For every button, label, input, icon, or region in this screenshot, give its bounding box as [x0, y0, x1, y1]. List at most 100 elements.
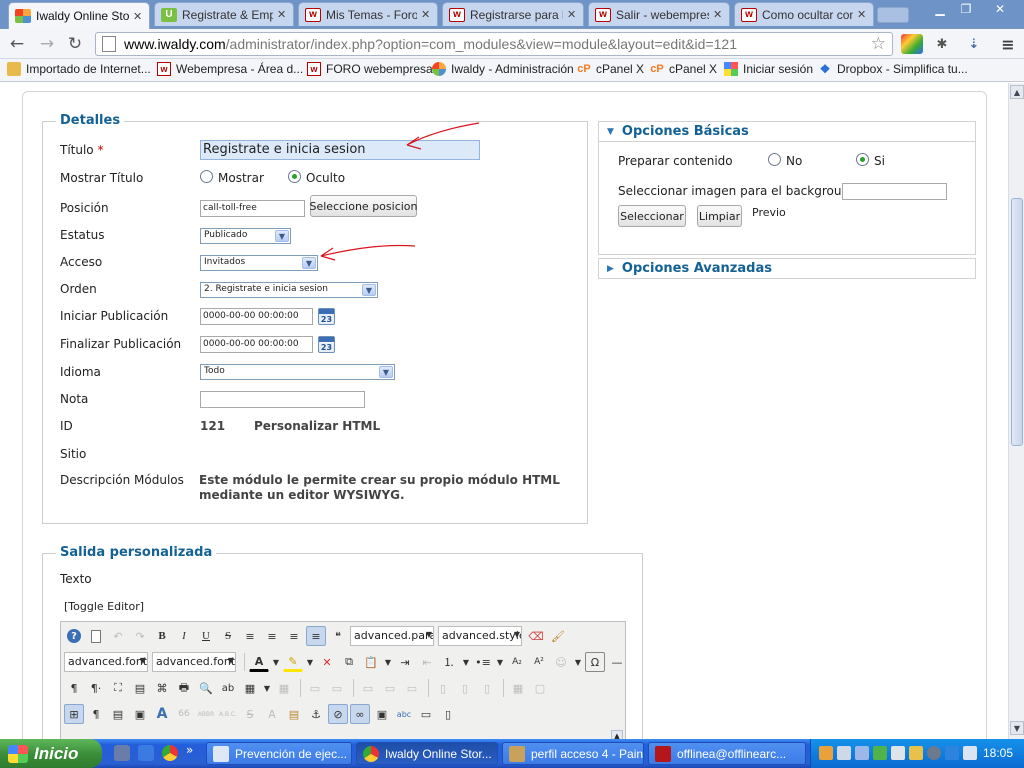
tray-app-icon[interactable] [909, 746, 923, 760]
blockquote-icon[interactable]: ❝ [328, 626, 348, 646]
preparar-si-radio[interactable] [856, 153, 869, 166]
unlink-icon[interactable]: ⊘ [328, 704, 348, 724]
download-extension-icon[interactable]: ⇣ [963, 34, 985, 54]
special-character-icon[interactable]: Ω [585, 652, 605, 672]
opciones-avanzadas-header[interactable]: ▶ Opciones Avanzadas [598, 258, 976, 279]
chevron-down-icon[interactable]: ▼ [271, 652, 281, 672]
bug-extension-icon[interactable]: ✱ [931, 34, 953, 54]
seleccione-posicion-button[interactable]: Seleccione posicion [310, 195, 418, 217]
merge-cells-icon[interactable]: ▢ [530, 678, 550, 698]
chevron-down-icon[interactable]: ▼ [383, 652, 393, 672]
limpiar-button[interactable]: Limpiar [697, 205, 742, 227]
scrollbar-thumb[interactable] [1011, 198, 1023, 446]
task-paint[interactable]: perfil acceso 4 - Paint [502, 742, 644, 765]
spellcheck-icon[interactable]: abc [394, 704, 414, 724]
address-bar[interactable]: www.iwaldy.com/administrator/index.php?o… [95, 32, 893, 56]
estatus-select[interactable]: Publicado ▼ [200, 228, 291, 244]
help-icon[interactable]: ? [64, 626, 84, 646]
bullet-list-icon[interactable]: •≡ [473, 652, 493, 672]
quicklaunch-ie-icon[interactable] [138, 745, 154, 761]
search-icon[interactable]: 🔍 [196, 678, 216, 698]
bookmark-importado[interactable]: Importado de Internet... [7, 62, 151, 76]
tab-salir-webempresa[interactable]: w Salir - webempresa ✕ [588, 2, 730, 26]
acronym-icon[interactable]: A.B.C. [218, 704, 238, 724]
anchor-icon[interactable]: ⚓ [306, 704, 326, 724]
eraser-icon[interactable]: ⌫ [526, 626, 546, 646]
italic-icon[interactable]: I [174, 626, 194, 646]
numbered-list-icon[interactable]: ⒈ [439, 652, 459, 672]
task-filezilla[interactable]: offlinea@offlinearc... [648, 742, 806, 765]
table-delete-icon[interactable]: ▦ [274, 678, 294, 698]
orden-select[interactable]: 2. Registrate e inicia sesion ▼ [200, 282, 378, 298]
align-center-icon[interactable]: ≡ [262, 626, 282, 646]
close-window-icon[interactable]: ✕ [982, 1, 1018, 17]
bookmark-foro[interactable]: w FORO webempresa [307, 62, 433, 76]
posicion-input[interactable]: call-toll-free [200, 200, 305, 217]
finalizar-publicacion-input[interactable]: 0000-00-00 00:00:00 [200, 336, 313, 353]
chevron-down-icon[interactable]: ▼ [461, 652, 471, 672]
start-button[interactable]: Inicio [0, 739, 102, 768]
minimize-icon[interactable]: ▁ [928, 1, 952, 17]
style-props-icon[interactable]: A [152, 704, 172, 724]
horizontal-rule-icon[interactable]: — [607, 652, 627, 672]
preview-icon[interactable]: ▤ [130, 678, 150, 698]
task-iwaldy-chrome[interactable]: Iwaldy Online Stor... [356, 742, 498, 765]
quicklaunch-chrome-icon[interactable] [162, 745, 178, 761]
tray-app-icon[interactable] [837, 746, 851, 760]
tab-como-ocultar[interactable]: w Como ocultar cont ✕ [734, 2, 874, 26]
scroll-up-icon[interactable]: ▲ [1010, 85, 1024, 99]
align-justify-icon[interactable]: ≡ [240, 626, 260, 646]
cite-icon[interactable]: 66 [174, 704, 194, 724]
extension-icon[interactable] [901, 34, 923, 54]
bookmark-cpanel-1[interactable]: cP cPanel X [577, 62, 644, 76]
imagen-background-input[interactable] [842, 183, 947, 200]
bookmark-star-icon[interactable]: ☆ [871, 34, 886, 54]
tab-registrate-empi[interactable]: U Registrate & Empi ✕ [154, 2, 294, 26]
abbr-icon[interactable]: ABBR [196, 704, 216, 724]
col-after-icon[interactable]: ▯ [455, 678, 475, 698]
template-icon[interactable]: ▤ [108, 704, 128, 724]
align-left-icon[interactable]: ≡ [284, 626, 304, 646]
chevron-down-icon[interactable]: ▼ [495, 652, 505, 672]
bookmark-iniciar-sesion[interactable]: Iniciar sesión [724, 62, 813, 76]
tray-network-icon[interactable] [945, 746, 959, 760]
oculto-radio[interactable] [288, 170, 301, 183]
outdent-icon[interactable]: ⇤ [417, 652, 437, 672]
visual-aid-icon[interactable]: ⊞ [64, 704, 84, 724]
tab-mis-temas[interactable]: w Mis Temas - Foro J ✕ [298, 2, 438, 26]
col-before-icon[interactable]: ▯ [433, 678, 453, 698]
calendar-icon[interactable]: 23 [318, 308, 335, 325]
close-tab-icon[interactable]: ✕ [277, 8, 287, 21]
opciones-basicas-header[interactable]: ▼ Opciones Básicas [598, 121, 976, 142]
table-insert-icon[interactable]: ▦ [240, 678, 260, 698]
style-select[interactable]: advanced.style ▼ [438, 626, 522, 646]
indent-icon[interactable]: ⇥ [395, 652, 415, 672]
back-arrow-icon[interactable]: ← [6, 34, 28, 54]
redo-icon[interactable]: ↷ [130, 626, 150, 646]
deletion-icon[interactable]: S [240, 704, 260, 724]
tray-app-icon[interactable] [855, 746, 869, 760]
acceso-select[interactable]: Invitados ▼ [200, 255, 318, 271]
quicklaunch-app-icon[interactable] [114, 745, 130, 761]
cleanup-brush-icon[interactable]: 🖌 [548, 626, 568, 646]
copy-icon[interactable]: ⧉ [339, 652, 359, 672]
seleccionar-button[interactable]: Seleccionar [618, 205, 686, 227]
link-icon[interactable]: ∞ [350, 704, 370, 724]
replace-icon[interactable]: ab [218, 678, 238, 698]
chevron-down-icon[interactable]: ▼ [262, 678, 272, 698]
nota-input[interactable] [200, 391, 365, 408]
image-icon[interactable]: ▣ [372, 704, 392, 724]
strikethrough-icon[interactable]: S [218, 626, 238, 646]
chevron-down-icon[interactable]: ▼ [305, 652, 315, 672]
split-cells-icon[interactable]: ▦ [508, 678, 528, 698]
superscript-icon[interactable]: A² [529, 652, 549, 672]
paste-icon[interactable]: 📋 [361, 652, 381, 672]
scroll-down-icon[interactable]: ▼ [1010, 721, 1024, 735]
close-tab-icon[interactable]: ✕ [421, 8, 431, 21]
align-right-icon[interactable]: ≡ [306, 626, 326, 646]
font-family-select[interactable]: advanced.font ▼ [64, 652, 148, 672]
calendar-icon[interactable]: 23 [318, 336, 335, 353]
reload-icon[interactable]: ↻ [64, 34, 86, 54]
pagebreak-icon[interactable]: ▭ [416, 704, 436, 724]
bold-icon[interactable]: B [152, 626, 172, 646]
